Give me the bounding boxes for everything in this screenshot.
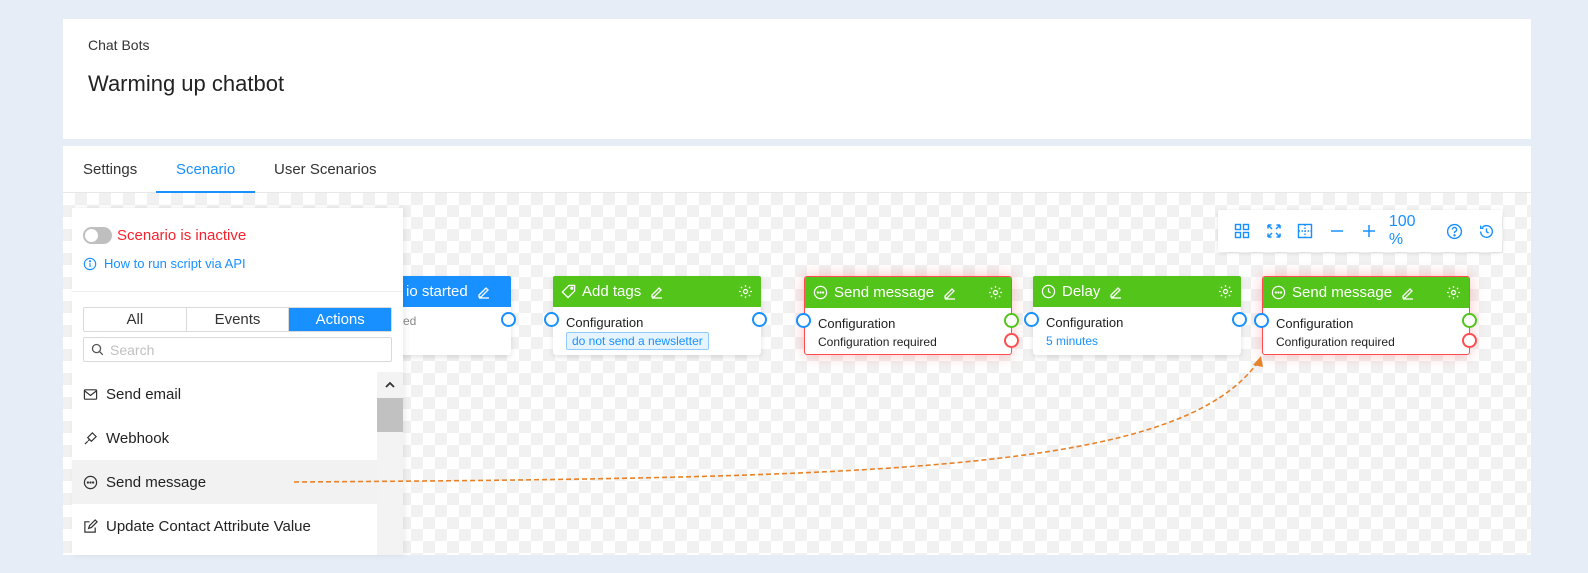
drag-connector <box>293 356 1263 483</box>
